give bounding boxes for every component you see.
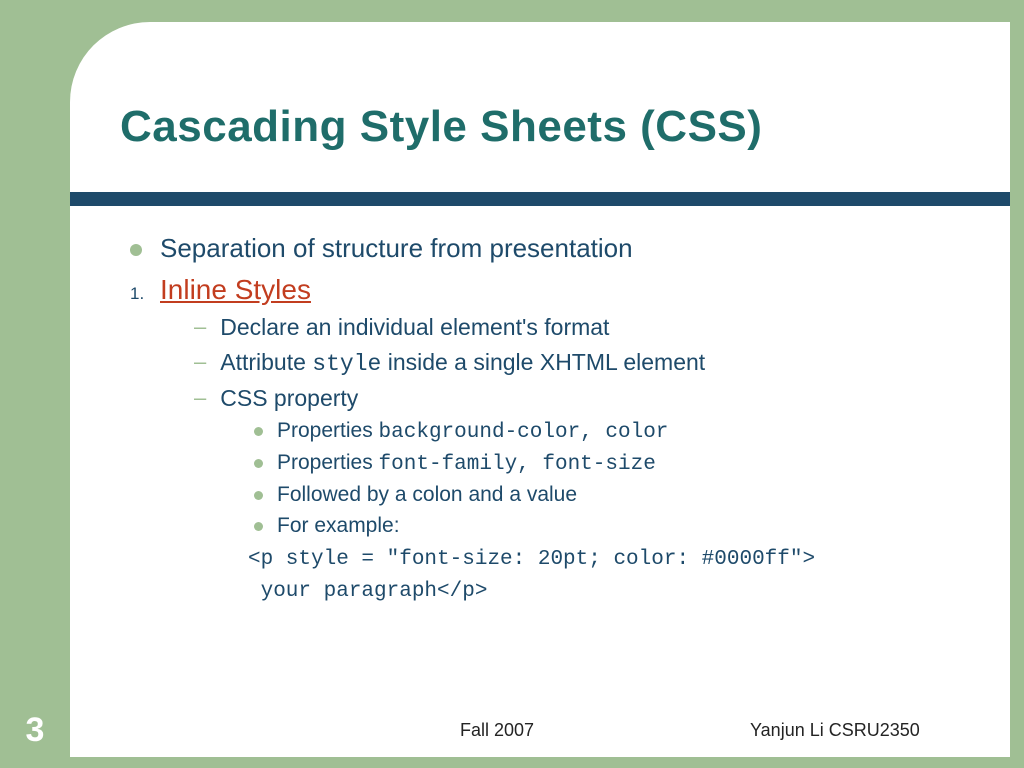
sub-sub-text: For example: — [277, 514, 400, 538]
sub-sub-bullet: Properties font-family, font-size — [254, 451, 970, 476]
slide: Cascading Style Sheets (CSS) Separation … — [70, 22, 1010, 757]
slide-title: Cascading Style Sheets (CSS) — [120, 102, 762, 152]
dash-icon: – — [194, 314, 206, 340]
sub-bullet-text: Attribute style inside a single XHTML el… — [220, 349, 705, 377]
title-divider — [70, 192, 1010, 206]
text-fragment: Properties — [277, 451, 379, 474]
sub-bullet: – Attribute style inside a single XHTML … — [194, 349, 970, 377]
sub-sub-bullet: Followed by a colon and a value — [254, 483, 970, 507]
bullet-dot-icon — [254, 522, 263, 531]
footer-center: Fall 2007 — [460, 720, 534, 741]
sub-bullet-text: CSS property — [220, 385, 358, 412]
code-inline: font-family, font-size — [379, 453, 656, 476]
sub-sub-text: Properties background-color, color — [277, 419, 668, 444]
bullet-dot-icon — [254, 459, 263, 468]
page-number: 3 — [0, 711, 70, 750]
list-number: 1. — [130, 284, 160, 304]
code-line: <p style = "font-size: 20pt; color: #000… — [248, 548, 815, 571]
sub-sub-text: Properties font-family, font-size — [277, 451, 656, 476]
sub-sub-bullet: For example: — [254, 514, 970, 538]
sub-bullet-text: Declare an individual element's format — [220, 314, 609, 341]
sub-bullet: – CSS property — [194, 385, 970, 412]
code-inline: background-color, color — [379, 421, 669, 444]
bullet-dot-icon — [254, 491, 263, 500]
code-example: <p style = "font-size: 20pt; color: #000… — [248, 544, 970, 607]
sub-bullet: – Declare an individual element's format — [194, 314, 970, 341]
bullet-dot-icon — [254, 427, 263, 436]
code-line: your paragraph</p> — [248, 580, 487, 603]
content-area: Separation of structure from presentatio… — [130, 227, 970, 607]
text-fragment: inside a single XHTML element — [381, 349, 705, 375]
dash-icon: – — [194, 349, 206, 375]
text-fragment: Properties — [277, 419, 379, 442]
numbered-item: 1. Inline Styles — [130, 274, 970, 306]
dash-icon: – — [194, 385, 206, 411]
bullet-dot-icon — [130, 244, 142, 256]
bullet-text: Separation of structure from presentatio… — [160, 233, 633, 264]
text-fragment: Attribute — [220, 349, 312, 375]
footer-right: Yanjun Li CSRU2350 — [750, 720, 920, 741]
sub-sub-text: Followed by a colon and a value — [277, 483, 577, 507]
code-inline: style — [312, 351, 381, 377]
inline-styles-link[interactable]: Inline Styles — [160, 274, 311, 306]
bullet-level1: Separation of structure from presentatio… — [130, 233, 970, 264]
sub-sub-bullet: Properties background-color, color — [254, 419, 970, 444]
slide-wrap: 3 Cascading Style Sheets (CSS) Separatio… — [0, 0, 1024, 768]
